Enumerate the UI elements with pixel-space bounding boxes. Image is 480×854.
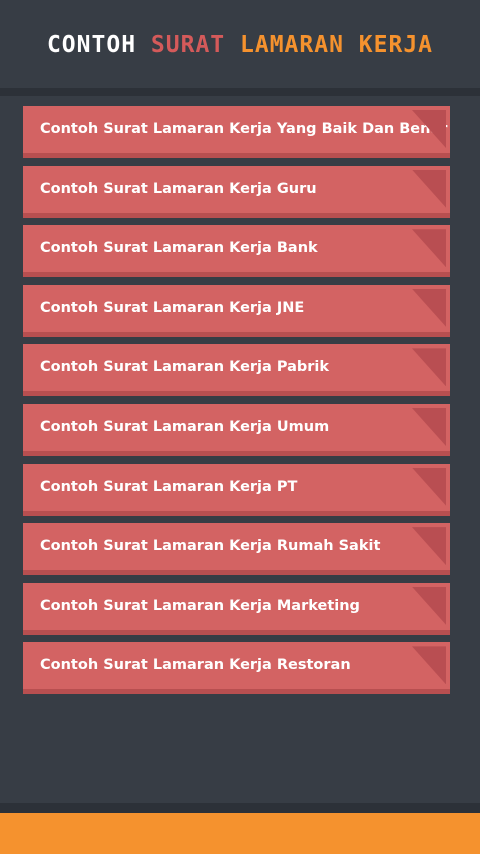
list-item[interactable]: Contoh Surat Lamaran Kerja JNE <box>23 284 450 337</box>
corner-fold-icon <box>412 407 446 446</box>
list-item-label: Contoh Surat Lamaran Kerja Pabrik <box>40 359 330 376</box>
list-item-label: Contoh Surat Lamaran Kerja PT <box>40 478 298 495</box>
letter-list: Contoh Surat Lamaran Kerja Yang Baik Dan… <box>23 106 450 702</box>
list-item-label: Contoh Surat Lamaran Kerja Rumah Sakit <box>40 538 381 555</box>
title-word-surat: SURAT <box>150 32 226 58</box>
list-item[interactable]: Contoh Surat Lamaran Kerja PT <box>23 463 450 516</box>
list-item[interactable]: Contoh Surat Lamaran Kerja Bank <box>23 225 450 278</box>
list-item-label: Contoh Surat Lamaran Kerja Guru <box>40 180 317 197</box>
list-item[interactable]: Contoh Surat Lamaran Kerja Umum <box>23 403 450 456</box>
list-item-label: Contoh Surat Lamaran Kerja Marketing <box>40 597 360 614</box>
title-word-lamaran-kerja: LAMARAN KERJA <box>240 32 434 58</box>
list-item[interactable]: Contoh Surat Lamaran Kerja Pabrik <box>23 344 450 397</box>
app-header: CONTOH SURAT LAMARAN KERJA <box>0 0 480 88</box>
list-item-label: Contoh Surat Lamaran Kerja Restoran <box>40 657 351 674</box>
list-item[interactable]: Contoh Surat Lamaran Kerja Guru <box>23 165 450 218</box>
app-title: CONTOH SURAT LAMARAN KERJA <box>47 32 433 58</box>
corner-fold-icon <box>412 169 446 208</box>
corner-fold-icon <box>412 288 446 327</box>
corner-fold-icon <box>412 646 446 685</box>
corner-fold-icon <box>412 527 446 566</box>
ad-banner-area <box>0 813 480 854</box>
list-item-label: Contoh Surat Lamaran Kerja Bank <box>40 240 318 257</box>
header-divider <box>0 88 480 96</box>
list-item[interactable]: Contoh Surat Lamaran Kerja Rumah Sakit <box>23 523 450 576</box>
footer-divider <box>0 803 480 813</box>
list-item[interactable]: Contoh Surat Lamaran Kerja Marketing <box>23 582 450 635</box>
list-item-label: Contoh Surat Lamaran Kerja Yang Baik Dan… <box>40 121 448 137</box>
corner-fold-icon <box>412 467 446 506</box>
list-item-label: Contoh Surat Lamaran Kerja JNE <box>40 299 305 316</box>
list-item[interactable]: Contoh Surat Lamaran Kerja Yang Baik Dan… <box>23 106 450 158</box>
title-word-contoh: CONTOH <box>46 32 137 58</box>
corner-fold-icon <box>412 229 446 268</box>
list-item[interactable]: Contoh Surat Lamaran Kerja Restoran <box>23 642 450 695</box>
corner-fold-icon <box>412 348 446 387</box>
list-item-label: Contoh Surat Lamaran Kerja Umum <box>40 418 330 435</box>
corner-fold-icon <box>412 586 446 625</box>
